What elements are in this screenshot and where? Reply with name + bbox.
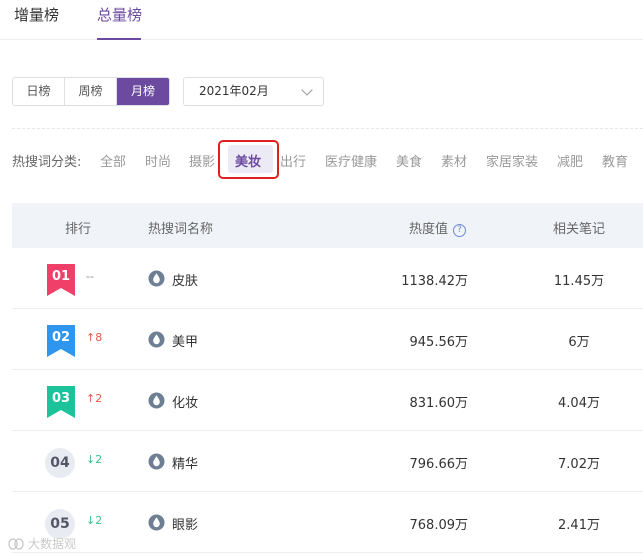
drop-icon <box>148 392 165 409</box>
category-education[interactable]: 教育 <box>602 151 628 170</box>
arrow-up-icon: ↑ <box>86 331 96 344</box>
keyword-link[interactable]: 皮肤 <box>172 270 198 289</box>
keyword-link[interactable]: 化妆 <box>172 392 198 411</box>
heat-value: 768.09万 <box>409 518 469 533</box>
rank-change-value: -- <box>86 270 94 283</box>
header-heat: 热度值? <box>409 218 467 237</box>
table-row[interactable]: 02 ↑8 美甲 945.56万 6万 <box>12 309 643 370</box>
table-header: 排行 热搜词名称 热度值? 相关笔记 <box>12 203 643 248</box>
watermark-text: 大数据观 <box>28 537 77 551</box>
rank-change: ↑8 <box>86 331 102 344</box>
table-row[interactable]: 05 ↓2 眼影 768.09万 2.41万 <box>12 492 643 553</box>
table-body: 01 -- 皮肤 1138.42万 11.45万 02 ↑8 美甲 945.56万 6万 03 ↑2 化… <box>12 248 643 553</box>
drop-icon <box>148 453 165 470</box>
category-beauty[interactable]: 美妆 <box>235 151 261 170</box>
drop-icon <box>148 514 165 531</box>
ranking-tabs: 增量榜 总量榜 <box>0 0 643 40</box>
heat-value: 945.56万 <box>409 335 469 350</box>
category-all[interactable]: 全部 <box>100 151 126 170</box>
rank-flag-icon: 01 <box>47 264 75 296</box>
keyword-link[interactable]: 眼影 <box>172 514 198 533</box>
keyword-link[interactable]: 美甲 <box>172 331 198 350</box>
notes-count: 7.02万 <box>558 457 600 472</box>
arrow-down-icon: ↓ <box>86 514 96 527</box>
heat-value: 1138.42万 <box>401 274 468 289</box>
divider <box>12 128 643 129</box>
header-keyword: 热搜词名称 <box>148 222 214 237</box>
heat-value: 796.66万 <box>409 457 469 472</box>
rank-number: 02 <box>52 330 70 345</box>
arrow-up-icon: ↑ <box>86 392 96 405</box>
active-tab-underline <box>97 38 141 40</box>
period-weekly-button[interactable]: 周榜 <box>65 78 117 105</box>
notes-count: 4.04万 <box>558 396 600 411</box>
rank-change: ↓2 <box>86 514 102 527</box>
table-row[interactable]: 04 ↓2 精华 796.66万 7.02万 <box>12 431 643 492</box>
category-home[interactable]: 家居家装 <box>486 151 538 170</box>
category-food[interactable]: 美食 <box>396 151 422 170</box>
tab-total[interactable]: 总量榜 <box>97 4 142 25</box>
month-select[interactable]: 2021年02月 <box>183 77 324 106</box>
drop-icon <box>148 331 165 348</box>
arrow-down-icon: ↓ <box>86 453 96 466</box>
tab-increment[interactable]: 增量榜 <box>14 4 59 25</box>
notes-count: 11.45万 <box>553 274 605 289</box>
rank-change-value: 2 <box>95 514 103 527</box>
rank-change-value: 2 <box>95 392 103 405</box>
help-icon[interactable]: ? <box>453 224 467 237</box>
table-row[interactable]: 01 -- 皮肤 1138.42万 11.45万 <box>12 248 643 309</box>
category-photography[interactable]: 摄影 <box>189 151 215 170</box>
rank-change-value: 2 <box>95 453 103 466</box>
keyword-link[interactable]: 精华 <box>172 453 198 472</box>
rank-flag-icon: 03 <box>47 386 75 418</box>
category-diet[interactable]: 减肥 <box>557 151 583 170</box>
rank-number: 04 <box>45 448 75 478</box>
rank-change: ↓2 <box>86 453 102 466</box>
header-rank: 排行 <box>65 222 92 237</box>
header-heat-label: 热度值 <box>409 222 449 237</box>
table-row[interactable]: 03 ↑2 化妆 831.60万 4.04万 <box>12 370 643 431</box>
category-travel[interactable]: 出行 <box>280 151 306 170</box>
drop-icon <box>148 270 165 287</box>
notes-count: 2.41万 <box>558 518 600 533</box>
hot-search-table: 排行 热搜词名称 热度值? 相关笔记 01 -- 皮肤 1138.42万 11.45万 0… <box>12 203 643 553</box>
chevron-down-icon <box>301 84 313 96</box>
rank-change: -- <box>86 270 94 283</box>
logo-icon <box>8 537 24 550</box>
period-daily-button[interactable]: 日榜 <box>13 78 65 105</box>
category-filter: 热搜词分类: 全部 时尚 摄影 美妆 出行 医疗健康 美食 素材 家居家装 减肥… <box>12 150 643 170</box>
rank-number: 03 <box>52 391 70 406</box>
category-material[interactable]: 素材 <box>441 151 467 170</box>
notes-count: 6万 <box>568 335 590 350</box>
rank-change-value: 8 <box>95 331 103 344</box>
month-select-value: 2021年02月 <box>199 84 269 98</box>
heat-value: 831.60万 <box>409 396 469 411</box>
category-healthcare[interactable]: 医疗健康 <box>325 151 377 170</box>
category-label: 热搜词分类: <box>12 155 82 170</box>
period-toggle: 日榜 周榜 月榜 <box>12 77 170 106</box>
rank-number: 01 <box>52 269 70 284</box>
rank-flag-icon: 02 <box>47 325 75 357</box>
rank-change: ↑2 <box>86 392 102 405</box>
period-monthly-button[interactable]: 月榜 <box>117 78 169 105</box>
header-notes: 相关笔记 <box>553 222 606 237</box>
watermark: 大数据观 <box>8 535 76 552</box>
category-fashion[interactable]: 时尚 <box>145 151 171 170</box>
